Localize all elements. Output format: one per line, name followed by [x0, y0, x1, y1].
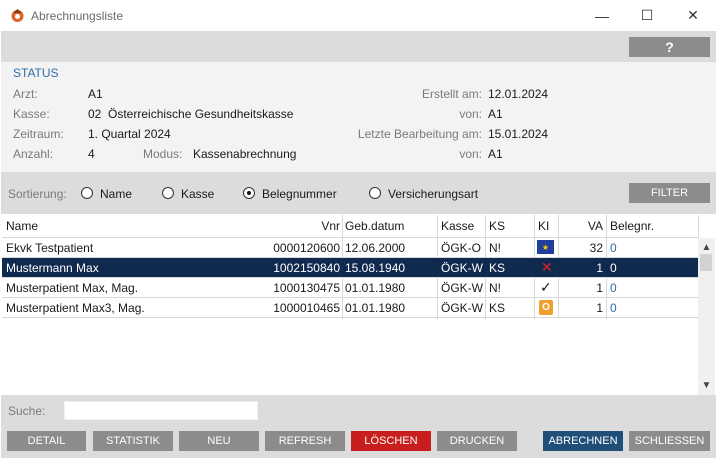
cell-name: Musterpatient Max, Mag. [6, 281, 139, 295]
cell-name: Mustermann Max [6, 261, 99, 275]
sort-option-belegnummer-label[interactable]: Belegnummer [262, 187, 337, 201]
app-logo-icon [11, 9, 24, 22]
checkmark-icon: ✓ [540, 279, 552, 295]
maximize-button[interactable]: ☐ [624, 0, 670, 31]
cell-ks: N! [489, 241, 501, 255]
cell-name: Musterpatient Max3, Mag. [6, 301, 145, 315]
cell-kasse: ÖGK-W [441, 281, 483, 295]
search-input[interactable] [64, 401, 258, 420]
help-button[interactable]: ? [629, 37, 710, 57]
detail-button[interactable]: DETAIL [7, 431, 86, 451]
scroll-up-icon[interactable]: ▲ [698, 240, 715, 254]
search-label: Suche: [8, 404, 46, 418]
cell-vnr: 1002150840 [273, 261, 340, 275]
zeitraum-value: 1. Quartal 2024 [88, 127, 171, 141]
anzahl-value: 4 [88, 147, 95, 161]
von1-label: von: [459, 107, 482, 121]
cell-kasse: ÖGK-W [441, 301, 483, 315]
print-button[interactable]: DRUCKEN [437, 431, 517, 451]
column-header-belegnr[interactable]: Belegnr. [610, 219, 654, 233]
column-header-vnr[interactable]: Vnr [260, 219, 340, 233]
neu-button[interactable]: NEU [179, 431, 259, 451]
window-title: Abrechnungsliste [31, 9, 124, 23]
scroll-down-icon[interactable]: ▼ [698, 378, 715, 392]
modus-value: Kassenabrechnung [193, 147, 297, 161]
table-row[interactable]: Ekvk Testpatient 0000120600 12.06.2000 Ö… [2, 238, 698, 258]
sort-option-versicherungsart-label[interactable]: Versicherungsart [388, 187, 478, 201]
column-header-geburtsdatum[interactable]: Geb.datum [345, 219, 404, 233]
cell-ks: N! [489, 281, 501, 295]
erstellt-label: Erstellt am: [421, 87, 482, 101]
cell-name: Ekvk Testpatient [6, 241, 94, 255]
column-header-kasse[interactable]: Kasse [441, 219, 474, 233]
kasse-value: 02 Österreichische Gesundheitskasse [88, 107, 294, 121]
table-row[interactable]: Musterpatient Max, Mag. 1000130475 01.01… [2, 278, 698, 298]
erstellt-value: 12.01.2024 [488, 87, 549, 101]
cell-ks: KS [489, 261, 506, 275]
cell-kasse: ÖGK-O [441, 241, 482, 255]
column-header-name[interactable]: Name [6, 219, 38, 233]
scrollbar-thumb[interactable] [700, 254, 712, 271]
zeitraum-label: Zeitraum: [13, 127, 64, 141]
sort-radio-kasse[interactable] [162, 187, 174, 199]
cell-geburtsdatum: 01.01.1980 [345, 301, 406, 315]
cell-vnr: 1000010465 [273, 301, 340, 315]
toolbar [1, 31, 716, 62]
arzt-label: Arzt: [13, 87, 38, 101]
delete-button[interactable]: LÖSCHEN [351, 431, 431, 451]
schliessen-button[interactable]: SCHLIESSEN [629, 431, 710, 451]
sort-radio-versicherungsart[interactable] [369, 187, 381, 199]
cell-belegnr[interactable]: 0 [610, 261, 617, 275]
cell-belegnr[interactable]: 0 [610, 241, 617, 255]
sort-radio-belegnummer[interactable] [243, 187, 255, 199]
abrechnen-button[interactable]: ABRECHNEN [543, 431, 623, 451]
cell-va: 1 [596, 301, 603, 315]
cell-belegnr[interactable]: 0 [610, 301, 617, 315]
arzt-value: A1 [88, 87, 103, 101]
cell-va: 32 [589, 241, 603, 255]
table-row-selected[interactable]: Mustermann Max 1002150840 15.08.1940 ÖGK… [2, 258, 698, 278]
cell-geburtsdatum: 15.08.1940 [345, 261, 406, 275]
column-header-ks[interactable]: KS [489, 219, 505, 233]
status-heading: STATUS [13, 66, 59, 80]
orange-o-icon: O [539, 300, 553, 315]
letzte-bearbeitung-label: Letzte Bearbeitung am: [357, 127, 482, 141]
sort-option-name-label[interactable]: Name [100, 187, 132, 201]
column-header-ki[interactable]: KI [538, 219, 549, 233]
von1-value: A1 [488, 107, 503, 121]
eu-flag-icon: ★ [537, 240, 554, 254]
anzahl-label: Anzahl: [13, 147, 54, 161]
cell-geburtsdatum: 12.06.2000 [345, 241, 406, 255]
cell-kasse: ÖGK-W [441, 261, 483, 275]
cell-vnr: 0000120600 [273, 241, 340, 255]
cell-ks: KS [489, 301, 506, 315]
cell-vnr: 1000130475 [273, 281, 340, 295]
sort-option-kasse-label[interactable]: Kasse [181, 187, 214, 201]
von2-label: von: [459, 147, 482, 161]
close-button[interactable]: ✕ [670, 0, 716, 31]
minimize-button[interactable]: — [579, 0, 625, 31]
cell-va: 1 [596, 281, 603, 295]
cell-geburtsdatum: 01.01.1980 [345, 281, 406, 295]
red-x-icon: ✕ [541, 259, 553, 275]
sort-label: Sortierung: [8, 187, 67, 201]
statistik-button[interactable]: STATISTIK [93, 431, 173, 451]
sort-radio-name[interactable] [81, 187, 93, 199]
von2-value: A1 [488, 147, 503, 161]
cell-va: 1 [596, 261, 603, 275]
letzte-bearbeitung-value: 15.01.2024 [488, 127, 549, 141]
modus-label: Modus: [143, 147, 183, 161]
column-header-va[interactable]: VA [560, 219, 603, 233]
filter-button[interactable]: FILTER [629, 183, 710, 203]
table-row[interactable]: Musterpatient Max3, Mag. 1000010465 01.0… [2, 298, 698, 318]
kasse-label: Kasse: [13, 107, 50, 121]
cell-belegnr[interactable]: 0 [610, 281, 617, 295]
refresh-button[interactable]: REFRESH [265, 431, 345, 451]
